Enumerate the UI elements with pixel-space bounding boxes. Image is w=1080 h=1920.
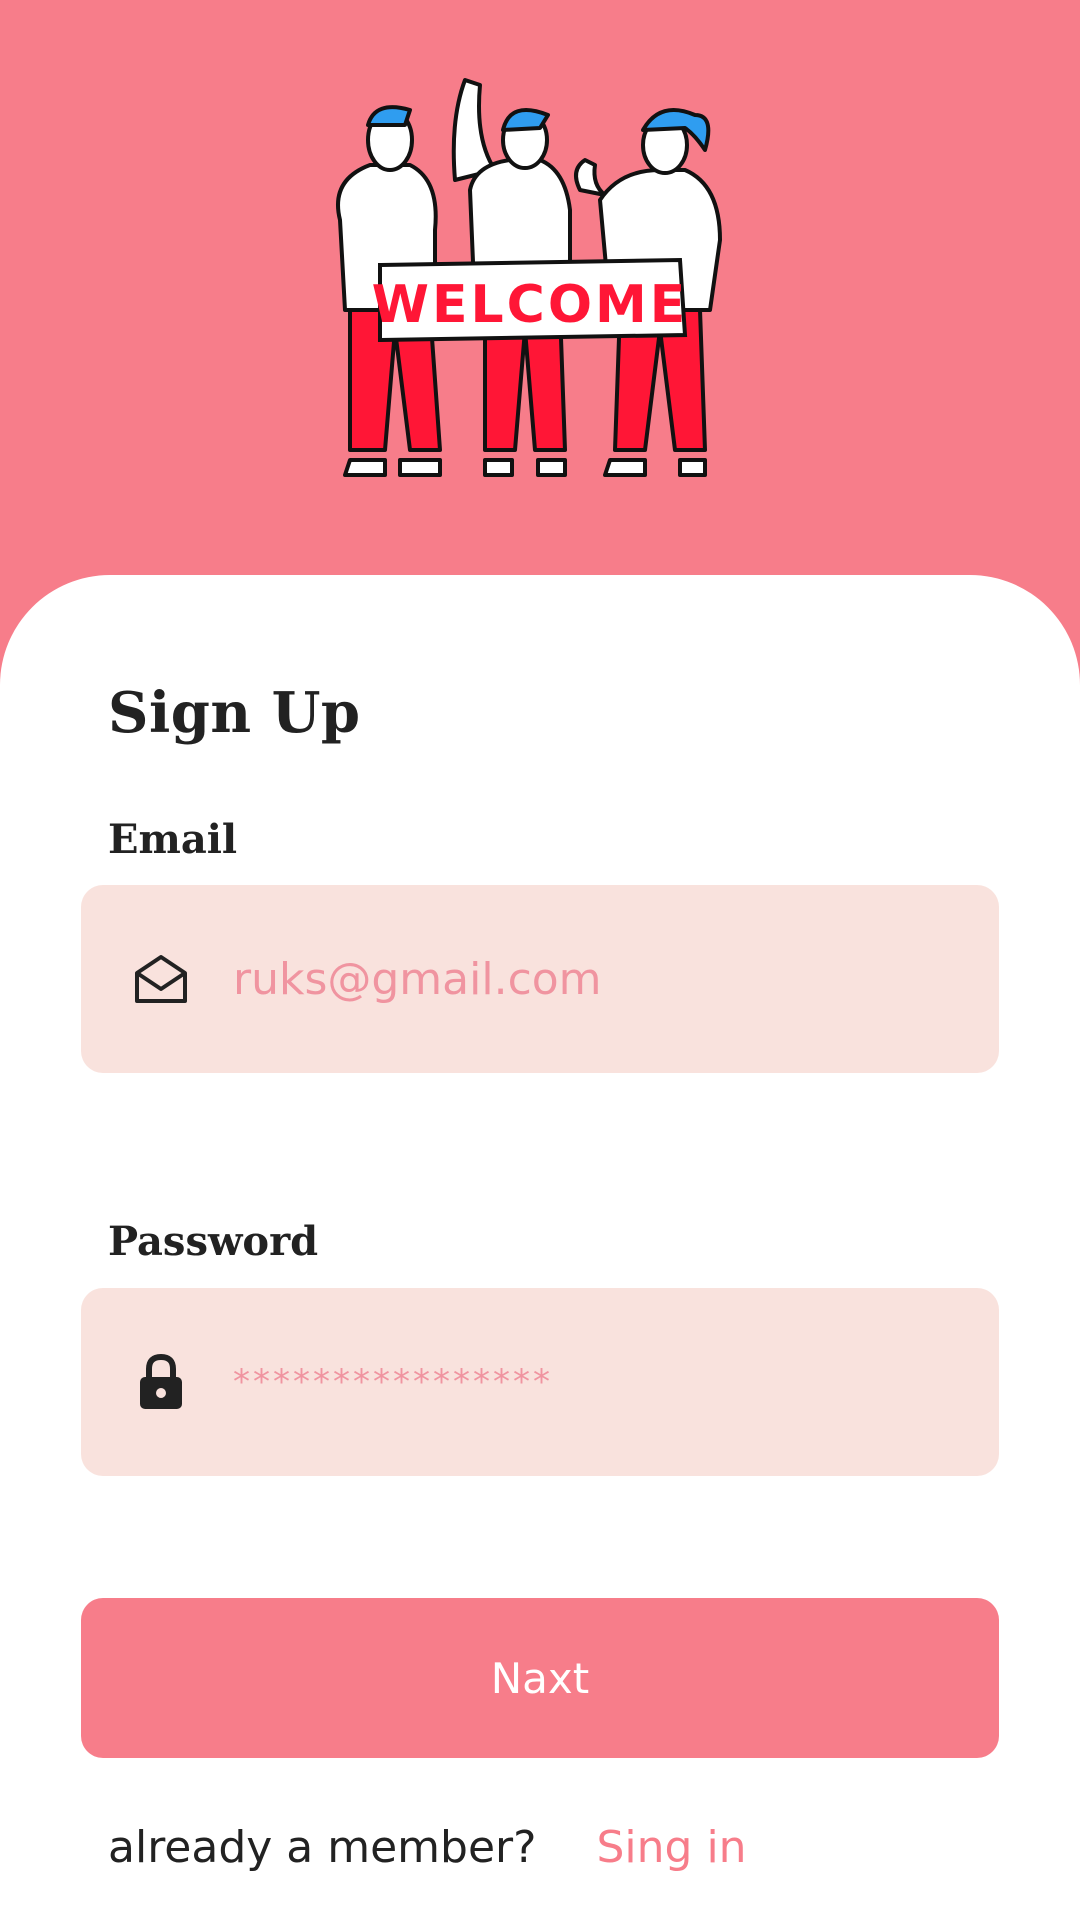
signin-prompt: already a member? Sing in xyxy=(108,1822,747,1873)
password-field[interactable] xyxy=(81,1288,999,1476)
welcome-text: WELCOME xyxy=(372,275,689,335)
member-prompt-text: already a member? xyxy=(108,1822,537,1873)
email-field[interactable] xyxy=(81,885,999,1073)
password-input[interactable] xyxy=(231,1361,955,1403)
header-banner: WELCOME xyxy=(0,0,1080,620)
welcome-illustration: WELCOME xyxy=(336,78,722,477)
page-title: Sign Up xyxy=(108,680,361,746)
email-input[interactable] xyxy=(231,952,955,1006)
lock-icon xyxy=(131,1352,191,1412)
password-label: Password xyxy=(108,1218,319,1265)
welcome-sign: WELCOME xyxy=(372,257,689,343)
signin-link[interactable]: Sing in xyxy=(596,1822,746,1873)
next-button[interactable]: Naxt xyxy=(81,1598,999,1758)
email-label: Email xyxy=(108,816,238,863)
mail-icon xyxy=(131,949,191,1009)
